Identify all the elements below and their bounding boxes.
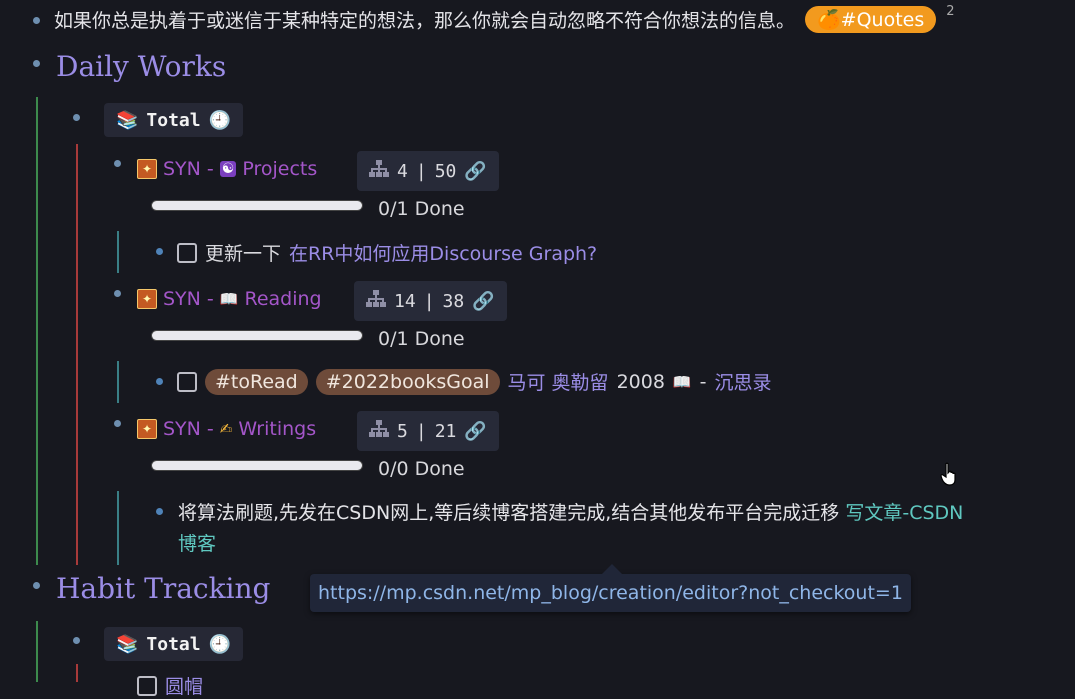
- book-icon: 📖: [672, 372, 692, 391]
- clock-icon: 🕘: [208, 633, 232, 655]
- habit-total-pill[interactable]: 📚 Total 🕘: [104, 627, 244, 661]
- writings-task-bullet[interactable]: [156, 508, 163, 515]
- hierarchy-icon: [366, 289, 386, 313]
- total-bullet[interactable]: [73, 114, 80, 121]
- child-count: 14: [394, 290, 416, 312]
- habit-child-line: [36, 621, 38, 682]
- reading-task: #toRead #2022booksGoal 马可 奥勒留 2008 📖 - 沉…: [177, 368, 771, 395]
- reference-count[interactable]: 2: [946, 4, 954, 19]
- quote-text: 如果你总是执着于或迷信于某种特定的想法，那么你就会自动忽略不符合你想法的信息。: [54, 10, 796, 32]
- quotes-tag[interactable]: 🍊#Quotes: [805, 6, 937, 33]
- total-child-line: [76, 144, 78, 565]
- ref-count: 38: [442, 290, 465, 312]
- books-icon: 📚: [116, 633, 139, 655]
- task-checkbox[interactable]: [177, 242, 197, 263]
- dash: -: [699, 370, 707, 393]
- hierarchy-icon: [369, 159, 389, 183]
- books-goal-tag[interactable]: #2022booksGoal: [315, 368, 500, 395]
- child-count: 5: [397, 420, 408, 442]
- projects-progress-text: 0/1 Done: [378, 198, 465, 220]
- publish-year: 2008: [616, 370, 665, 393]
- daily-works-heading[interactable]: Daily Works: [56, 50, 226, 83]
- projects-child-line: [117, 231, 119, 273]
- writings-progress-bar: [152, 461, 362, 470]
- hand-cursor-icon: [940, 462, 960, 486]
- syn-reading-bullet[interactable]: [114, 290, 121, 297]
- quote-row: 如果你总是执着于或迷信于某种特定的想法，那么你就会自动忽略不符合你想法的信息。 …: [54, 4, 955, 33]
- projects-stat-pill[interactable]: 4 | 50 🔗: [357, 151, 499, 191]
- habit-next-item: 圆帽: [137, 672, 203, 699]
- syn-projects-bullet[interactable]: [114, 160, 121, 167]
- habit-tracking-bullet[interactable]: [33, 582, 40, 589]
- writing-task-text: 将算法刷题,先发在CSDN网上,等后续博客搭建完成,结合其他发布平台完成迁移: [178, 502, 840, 524]
- syn-prefix: SYN -: [163, 288, 214, 310]
- reading-progress-bar: [152, 331, 362, 340]
- total-pill[interactable]: 📚 Total 🕘: [104, 103, 244, 137]
- syn-name: Writings: [238, 418, 317, 440]
- reading-progress-text: 0/1 Done: [378, 328, 465, 350]
- link-icon: 🔗: [472, 290, 495, 312]
- reading-task-bullet[interactable]: [156, 378, 163, 385]
- hierarchy-icon: [369, 419, 389, 443]
- habit-item-text[interactable]: 圆帽: [165, 672, 203, 699]
- toread-tag[interactable]: #toRead: [205, 368, 308, 395]
- author-link[interactable]: 马可 奥勒留: [508, 368, 609, 395]
- habit-total-child-line: [76, 664, 78, 682]
- clock-icon: 🕘: [208, 109, 232, 131]
- total-label: Total: [146, 633, 201, 655]
- link-icon: 🔗: [464, 160, 487, 182]
- syn-name: Projects: [242, 158, 318, 180]
- syn-name: Reading: [244, 288, 322, 310]
- sparkle-box-icon: ✦: [137, 159, 157, 179]
- link-icon: 🔗: [464, 420, 487, 442]
- writings-stat-pill[interactable]: 5 | 21 🔗: [357, 411, 499, 451]
- writings-child-line: [117, 491, 119, 565]
- syn-writings[interactable]: ✦ SYN - ✍ Writings: [137, 418, 316, 440]
- syn-projects[interactable]: ✦ SYN - ☯ Projects: [137, 158, 317, 180]
- syn-writings-bullet[interactable]: [114, 420, 121, 427]
- url-tooltip: https://mp.csdn.net/mp_blog/creation/edi…: [310, 564, 911, 612]
- yin-yang-icon: ☯: [219, 161, 237, 177]
- reading-stat-pill[interactable]: 14 | 38 🔗: [354, 281, 507, 321]
- writings-progress-text: 0/0 Done: [378, 458, 465, 480]
- child-count: 4: [397, 160, 408, 182]
- book-title-link[interactable]: 沉思录: [714, 368, 771, 395]
- stat-separator: |: [415, 160, 427, 182]
- projects-task: 更新一下 在RR中如何应用Discourse Graph?: [177, 239, 597, 266]
- habit-tracking-heading[interactable]: Habit Tracking: [56, 572, 270, 605]
- ref-count: 50: [434, 160, 457, 182]
- total-label: Total: [146, 109, 201, 131]
- task-checkbox[interactable]: [137, 675, 157, 696]
- writing-task: 将算法刷题,先发在CSDN网上,等后续博客搭建完成,结合其他发布平台完成迁移 写…: [178, 498, 1058, 560]
- habit-total-bullet[interactable]: [73, 637, 80, 644]
- open-book-icon: 📖: [219, 290, 239, 308]
- syn-prefix: SYN -: [163, 158, 214, 180]
- ref-count: 21: [434, 420, 457, 442]
- syn-reading[interactable]: ✦ SYN - 📖 Reading: [137, 288, 322, 310]
- reading-child-line: [117, 361, 119, 403]
- stat-separator: |: [423, 290, 435, 312]
- quote-bullet[interactable]: [33, 17, 40, 24]
- sparkle-box-icon: ✦: [137, 289, 157, 309]
- projects-progress-bar: [152, 201, 362, 210]
- stat-separator: |: [415, 420, 427, 442]
- books-icon: 📚: [116, 109, 139, 131]
- daily-works-bullet[interactable]: [33, 60, 40, 67]
- daily-works-child-line: [36, 97, 38, 565]
- writing-hand-icon: ✍: [219, 420, 233, 438]
- syn-prefix: SYN -: [163, 418, 214, 440]
- page-link[interactable]: 在RR中如何应用Discourse Graph?: [289, 239, 597, 266]
- sparkle-box-icon: ✦: [137, 419, 157, 439]
- projects-task-bullet[interactable]: [156, 248, 163, 255]
- task-checkbox[interactable]: [177, 371, 197, 392]
- task-text: 更新一下: [205, 243, 282, 265]
